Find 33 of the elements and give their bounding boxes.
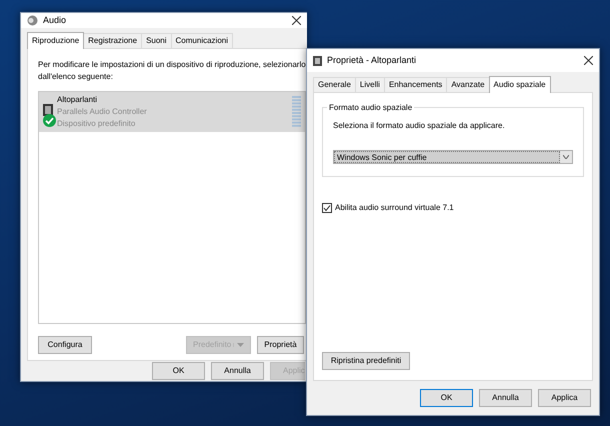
speaker-device-icon	[43, 104, 53, 116]
close-icon[interactable]	[292, 16, 301, 26]
button[interactable]: Configura	[38, 336, 92, 354]
button[interactable]: OK	[420, 389, 473, 407]
checkbox-label: Abilita audio surround virtuale 7.1	[335, 202, 454, 214]
device-name: Altoparlanti	[57, 94, 98, 106]
instructions-text: Per modificare le impostazioni di un dispositivo di riproduzione, selezionarlo dall'elenco seguente:	[38, 59, 307, 84]
button[interactable]: OK	[152, 362, 205, 380]
window-title: Proprietà - Altoparlanti	[327, 54, 418, 67]
button[interactable]: Proprietà	[257, 336, 304, 354]
tab[interactable]: Generale	[313, 77, 356, 92]
close-icon[interactable]	[584, 56, 593, 65]
caret-icon	[233, 343, 244, 348]
window-title: Audio	[43, 14, 68, 27]
speaker-icon	[27, 15, 38, 26]
restore-defaults-button[interactable]: Ripristina predefiniti	[322, 352, 410, 370]
button[interactable]: Annulla	[479, 389, 532, 407]
tab[interactable]: Audio spaziale	[488, 76, 551, 93]
device-row[interactable]: Altoparlanti Parallels Audio Controller Dispositivo predefinito	[39, 92, 305, 132]
device-list[interactable]: Altoparlanti Parallels Audio Controller Dispositivo predefinito	[38, 91, 306, 324]
button[interactable]: Annulla	[211, 362, 264, 380]
tab[interactable]: Comunicazioni	[170, 33, 233, 48]
format-dropdown[interactable]: Windows Sonic per cuffie	[333, 150, 573, 164]
group-text: Seleziona il formato audio spaziale da applicare.	[333, 120, 506, 132]
caret-icon	[560, 155, 572, 159]
device-driver: Parallels Audio Controller	[57, 106, 147, 118]
device-status: Dispositivo predefinito	[57, 118, 136, 130]
tab[interactable]: Riproduzione	[27, 32, 84, 50]
speaker-icon	[313, 56, 322, 66]
checkbox[interactable]	[322, 203, 332, 213]
group-title: Formato audio spaziale	[327, 102, 414, 114]
button[interactable]: Applica	[538, 389, 591, 407]
level-meter-icon	[292, 96, 301, 128]
